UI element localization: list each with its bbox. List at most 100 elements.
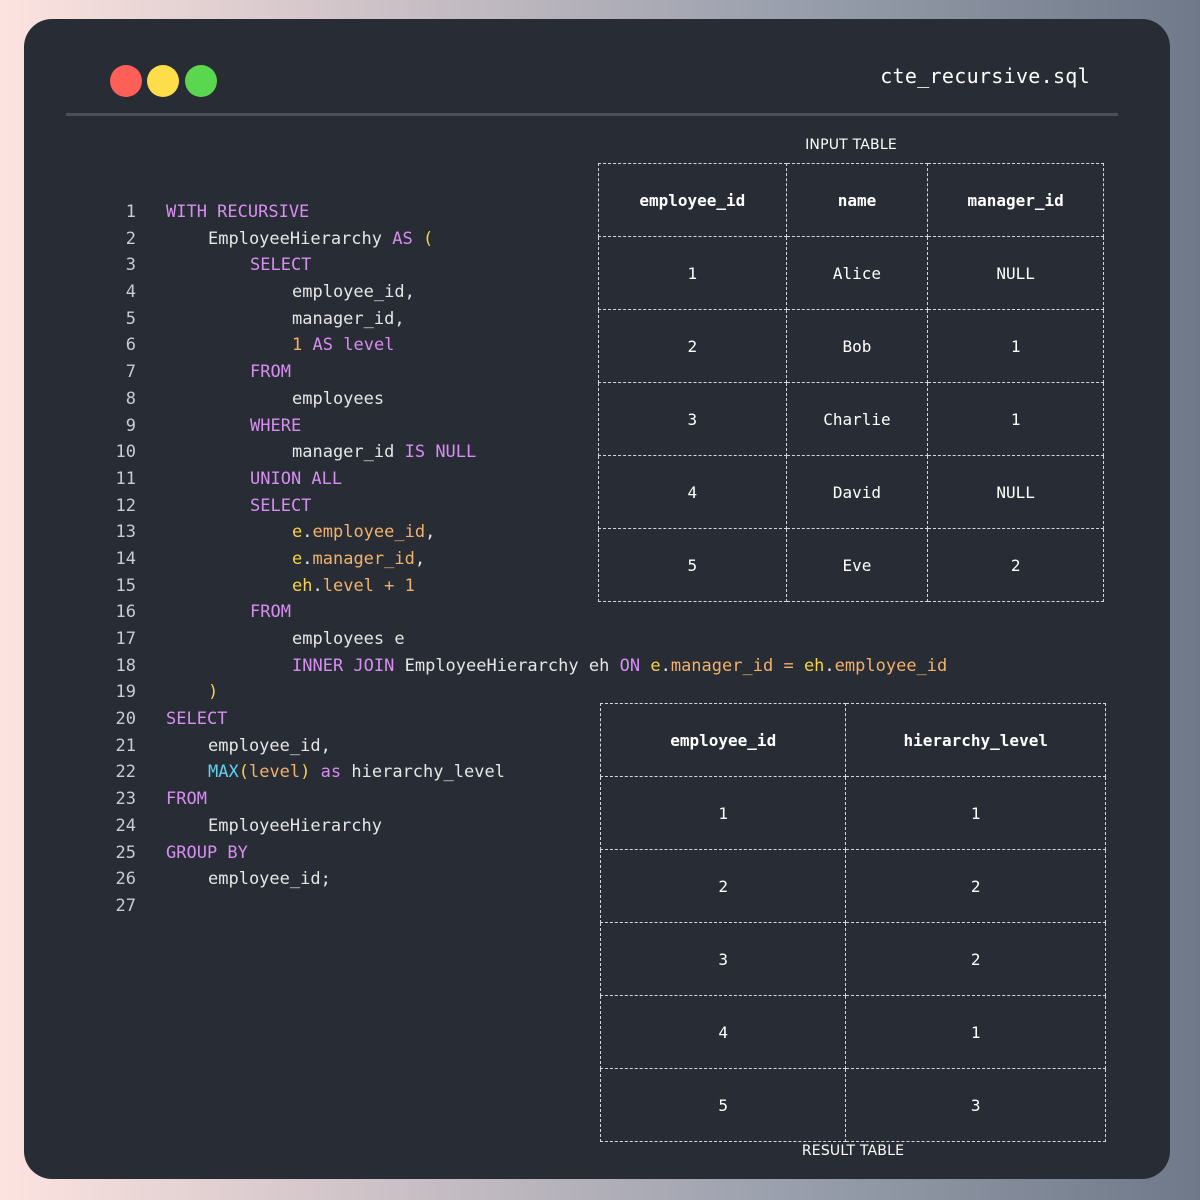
table-cell: 3 [599, 922, 847, 996]
column-header: employee_id [599, 703, 847, 777]
table-cell: 5 [598, 528, 787, 602]
column-header: name [785, 163, 929, 237]
table-row: 1 Alice NULL [598, 236, 1104, 310]
line-number: 21 [115, 735, 136, 756]
line-number: 8 [125, 388, 136, 409]
number-token: 1 [404, 575, 415, 596]
line-number: 24 [115, 815, 136, 836]
table-cell: 5 [599, 1068, 847, 1142]
table-row: 2 2 [599, 849, 1106, 923]
line-number: 20 [115, 709, 136, 730]
table-cell: 1 [927, 382, 1104, 456]
paren-token: ) [300, 762, 311, 783]
table-cell: Eve [785, 528, 929, 602]
table-cell: 2 [845, 849, 1106, 923]
paren-token: ( [422, 228, 434, 249]
alias-token: eh [588, 655, 610, 676]
keyword-token: SELECT [166, 709, 228, 730]
table-cell: Bob [785, 309, 929, 383]
column-token: level [322, 575, 374, 596]
identifier-token: EmployeeHierarchy [404, 655, 579, 676]
alias-token: e [292, 548, 303, 569]
keyword-token: AS [312, 335, 333, 356]
alias-token: e [292, 522, 303, 543]
operator-token: = [783, 655, 794, 676]
keyword-token: WITH RECURSIVE [166, 202, 310, 222]
editor-window: cte_recursive.sql 1 WITH RECURSIVE 2 Emplo… [24, 19, 1170, 1179]
line-number: 6 [125, 335, 136, 356]
paren-token: ( [238, 762, 249, 783]
dot-token: . [312, 575, 323, 596]
column-header: employee_id [598, 163, 787, 237]
table-cell: 4 [599, 995, 847, 1069]
maximize-window-button[interactable] [185, 65, 217, 97]
keyword-token: INNER JOIN [292, 655, 395, 676]
line-number: 15 [115, 575, 136, 596]
result-table: employee_id hierarchy_level 1 1 2 2 3 2 … [599, 703, 1106, 1142]
function-token: MAX [208, 762, 239, 783]
keyword-token: WHERE [250, 415, 302, 436]
line-number: 16 [115, 602, 136, 623]
line-number: 17 [115, 629, 136, 649]
line-number: 19 [115, 682, 136, 703]
table-cell: NULL [927, 236, 1104, 310]
dot-token: . [302, 548, 313, 569]
alias-token: eh [803, 655, 825, 676]
keyword-token: as [320, 762, 342, 783]
keyword-token: FROM [166, 789, 207, 810]
table-cell: 2 [845, 922, 1106, 996]
keyword-token: GROUP BY [166, 842, 248, 863]
line-number: 7 [125, 362, 136, 383]
table-row: 4 1 [599, 995, 1106, 1069]
line-number: 22 [115, 762, 136, 783]
keyword-token: SELECT [250, 255, 312, 276]
keyword-token: AS [392, 228, 413, 249]
line-number: 3 [125, 255, 136, 276]
table-row: 5 3 [599, 1068, 1106, 1142]
line-number: 4 [125, 282, 136, 303]
identifier-token: employees e [292, 629, 405, 649]
column-token: employee_id [834, 655, 948, 676]
identifier-token: hierarchy_level [351, 762, 505, 783]
table-cell: 1 [845, 776, 1106, 850]
line-number: 10 [115, 442, 136, 463]
close-window-button[interactable] [110, 65, 142, 97]
table-row: 1 1 [599, 776, 1106, 850]
titlebar-divider [66, 113, 1118, 116]
keyword-token: UNION ALL [250, 468, 343, 489]
operator-token: + [384, 575, 395, 596]
comma-token: , [414, 548, 426, 569]
table-cell: 2 [927, 528, 1104, 602]
column-token: manager_id [312, 548, 415, 569]
minimize-window-button[interactable] [147, 65, 179, 97]
table-cell: 2 [598, 309, 787, 383]
dot-token: . [824, 655, 835, 676]
keyword-token: IS NULL [404, 442, 477, 463]
identifier-token: employee_id; [208, 869, 331, 890]
line-number: 23 [115, 789, 136, 810]
line-number: 14 [115, 548, 136, 569]
keyword-token: ON [619, 655, 641, 676]
column-token: employee_id [312, 522, 426, 543]
keyword-token: SELECT [250, 495, 312, 516]
column-token: level [248, 762, 301, 783]
identifier-token: EmployeeHierarchy [208, 228, 382, 249]
table-cell: NULL [927, 455, 1104, 529]
alias-token: eh [292, 575, 313, 596]
table-cell: 3 [845, 1068, 1106, 1142]
paren-token: ) [208, 682, 219, 703]
table-cell: 3 [598, 382, 787, 456]
identifier-token: manager_id, [292, 308, 405, 329]
file-name: cte_recursive.sql [880, 64, 1090, 88]
line-number: 2 [125, 228, 136, 249]
identifier-token: EmployeeHierarchy [208, 815, 382, 836]
line-number: 5 [125, 308, 136, 329]
code-line: 16 FROM [104, 599, 947, 626]
table-cell: 4 [598, 455, 787, 529]
comma-token: , [425, 522, 436, 543]
line-number: 1 [125, 202, 136, 222]
keyword-token: FROM [250, 362, 291, 383]
line-number: 9 [125, 415, 136, 436]
table-row: 2 Bob 1 [598, 309, 1104, 383]
table-header-row: employee_id name manager_id [598, 163, 1104, 237]
